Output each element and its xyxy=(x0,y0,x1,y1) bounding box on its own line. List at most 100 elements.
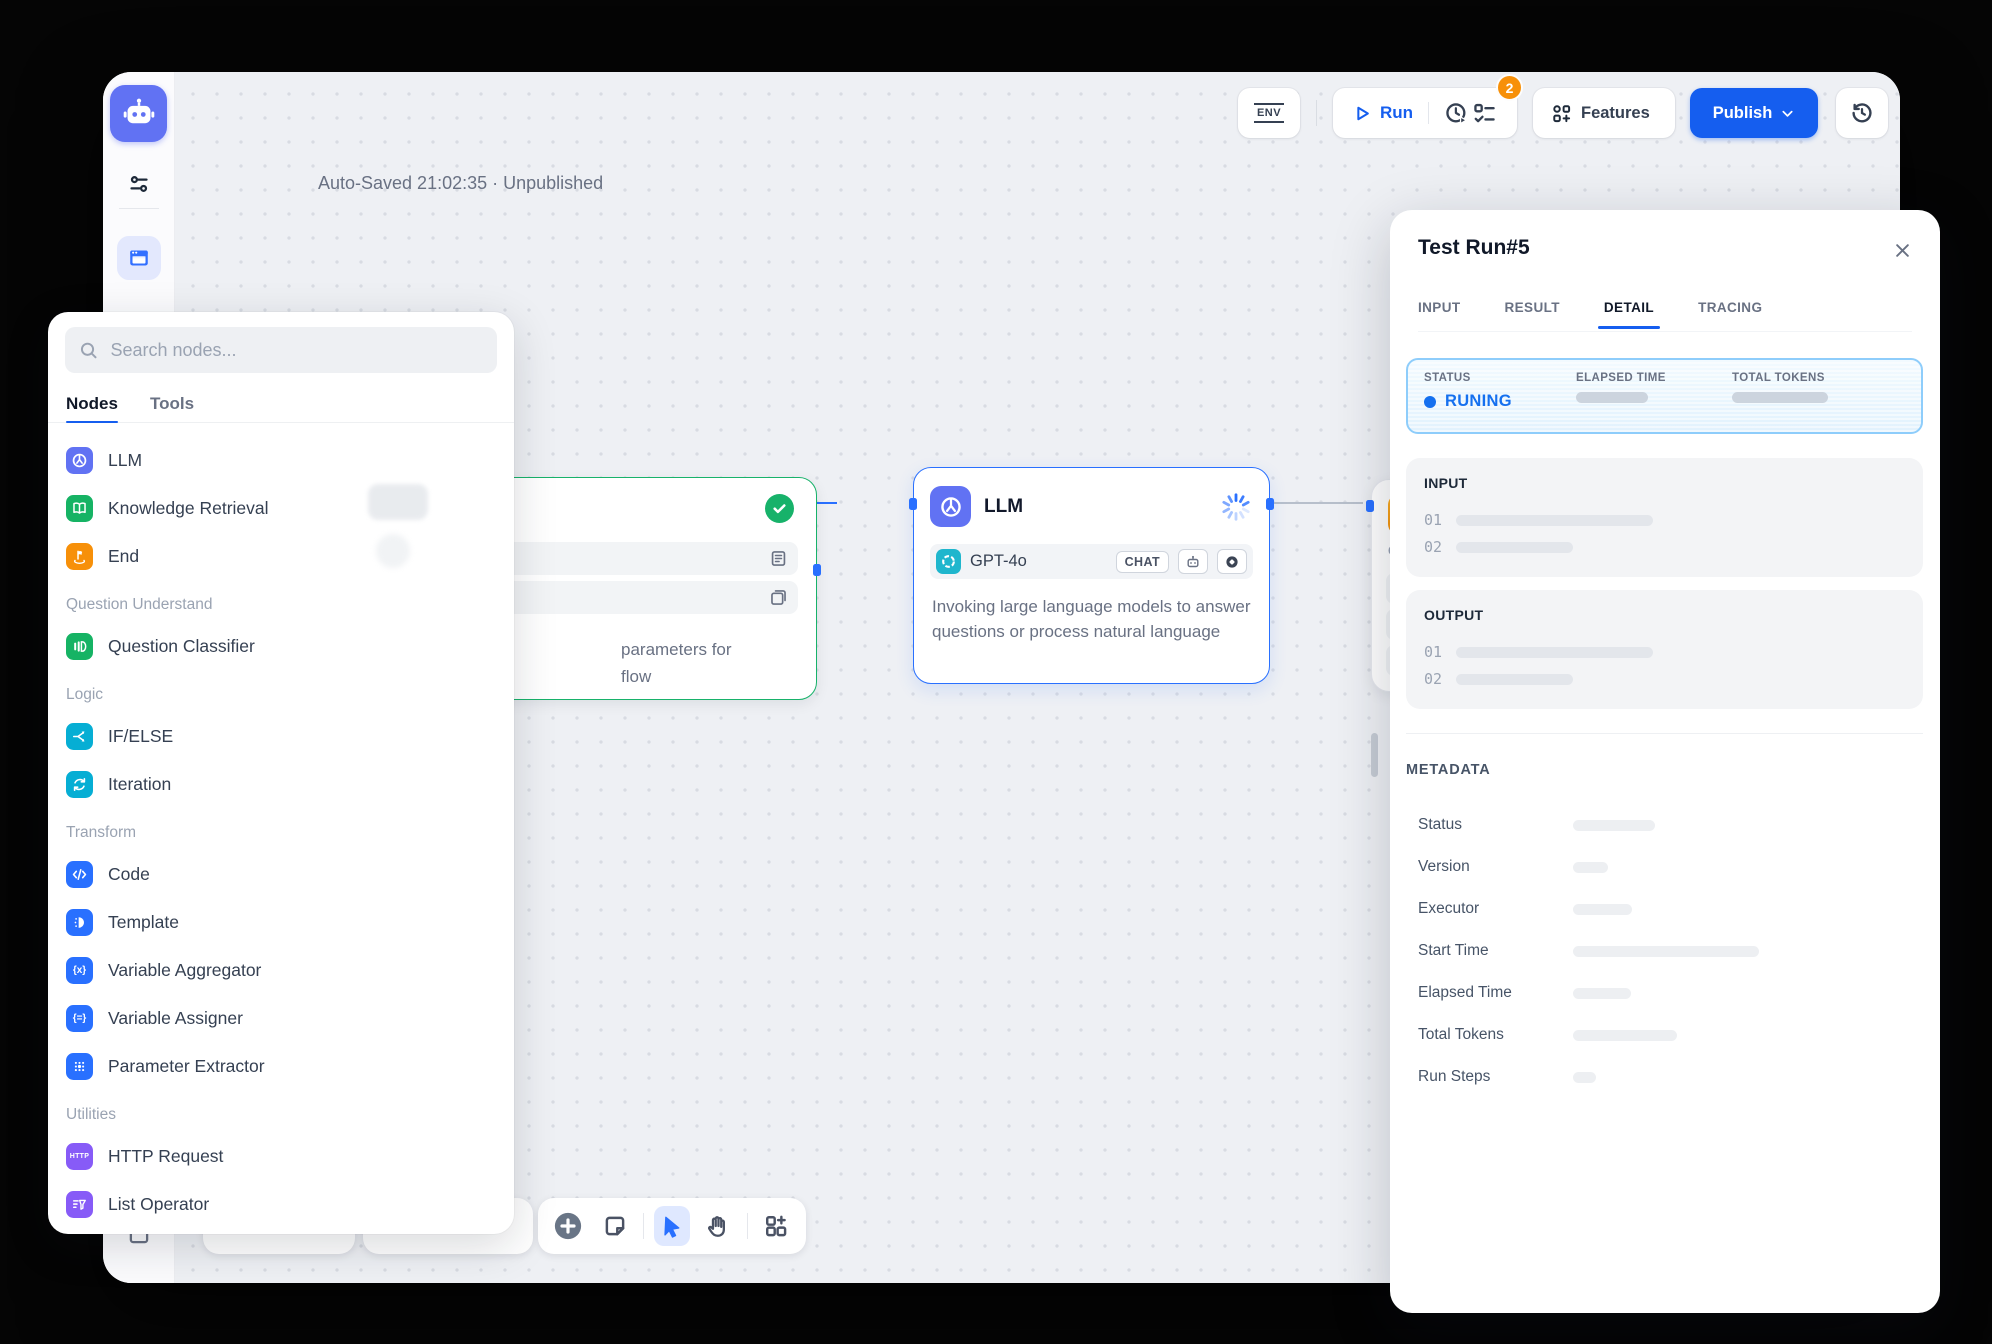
placeholder-bar xyxy=(1573,862,1608,873)
env-button[interactable]: ENV xyxy=(1238,88,1300,138)
start-field-row[interactable] xyxy=(503,581,798,614)
hand-mode-button[interactable] xyxy=(700,1206,736,1246)
node-item-http-request[interactable]: HTTP HTTP Request xyxy=(66,1132,504,1180)
iteration-icon xyxy=(66,771,93,798)
end-input-port[interactable] xyxy=(1366,500,1374,512)
total-tokens-label: TOTAL TOKENS xyxy=(1732,372,1828,384)
toolbar-divider xyxy=(643,1213,644,1239)
cursor-icon xyxy=(659,1213,685,1239)
test-run-title: Test Run#5 xyxy=(1418,236,1530,260)
run-history-button[interactable] xyxy=(1444,101,1469,126)
placeholder-bar xyxy=(1573,1072,1596,1083)
checklist-icon xyxy=(1472,101,1497,126)
settings-sliders-button[interactable] xyxy=(117,162,161,206)
node-item-if-else[interactable]: IF/ELSE xyxy=(66,712,504,760)
plus-circle-icon xyxy=(553,1211,583,1241)
node-item-knowledge-retrieval[interactable]: Knowledge Retrieval xyxy=(66,484,504,532)
start-node[interactable]: parameters for flow xyxy=(484,477,817,700)
placeholder-bar xyxy=(1573,1030,1677,1041)
history-icon xyxy=(1850,101,1874,125)
placeholder-bar xyxy=(1456,674,1573,685)
tab-detail[interactable]: DETAIL xyxy=(1604,300,1654,331)
panel-toggle-button[interactable] xyxy=(117,236,161,280)
placeholder-bar xyxy=(1573,988,1631,999)
tab-input[interactable]: INPUT xyxy=(1418,300,1461,331)
organize-nodes-button[interactable] xyxy=(758,1206,794,1246)
node-search-box[interactable] xyxy=(65,327,497,373)
checklist-button[interactable] xyxy=(1472,101,1497,126)
vision-badge xyxy=(1217,549,1247,574)
list-operator-icon xyxy=(66,1191,93,1218)
section-logic: Logic xyxy=(66,670,504,712)
status-label: STATUS xyxy=(1424,372,1512,384)
status-value: RUNING xyxy=(1445,392,1512,411)
running-spinner-icon xyxy=(1221,492,1251,522)
document-icon xyxy=(769,549,788,568)
version-history-button[interactable] xyxy=(1836,88,1888,138)
llm-output-port[interactable] xyxy=(1266,498,1274,510)
node-item-question-classifier[interactable]: Question Classifier xyxy=(66,622,504,670)
model-selector[interactable]: GPT-4o CHAT xyxy=(930,544,1253,579)
run-toolbar: Run xyxy=(1333,88,1517,138)
canvas-control-toolbar xyxy=(538,1198,806,1254)
running-dot-icon xyxy=(1424,396,1436,408)
node-item-parameter-extractor[interactable]: Parameter Extractor xyxy=(66,1042,504,1090)
output-title: OUTPUT xyxy=(1424,607,1483,623)
placeholder-bar xyxy=(1573,946,1759,957)
variable-aggregator-icon: {x} xyxy=(66,957,93,984)
section-utilities: Utilities xyxy=(66,1090,504,1132)
node-item-variable-aggregator[interactable]: {x} Variable Aggregator xyxy=(66,946,504,994)
search-icon xyxy=(79,340,98,361)
pointer-mode-button[interactable] xyxy=(654,1206,690,1246)
node-item-template[interactable]: Template xyxy=(66,898,504,946)
close-icon xyxy=(1893,241,1912,260)
organize-icon xyxy=(763,1213,789,1239)
close-button[interactable] xyxy=(1890,238,1914,262)
llm-node[interactable]: LLM xyxy=(913,467,1270,684)
llm-icon xyxy=(930,486,971,527)
node-item-end[interactable]: End xyxy=(66,532,504,580)
sliders-icon xyxy=(126,171,152,197)
features-icon xyxy=(1551,103,1572,124)
add-node-button[interactable] xyxy=(550,1206,586,1246)
template-icon xyxy=(66,909,93,936)
node-item-variable-assigner[interactable]: {=} Variable Assigner xyxy=(66,994,504,1042)
node-item-iteration[interactable]: Iteration xyxy=(66,760,504,808)
panel-resize-handle[interactable] xyxy=(1371,733,1378,777)
search-input[interactable] xyxy=(108,339,483,362)
node-item-list-operator[interactable]: List Operator xyxy=(66,1180,504,1228)
node-item-llm[interactable]: LLM xyxy=(66,436,504,484)
http-request-icon: HTTP xyxy=(66,1143,93,1170)
end-icon xyxy=(66,543,93,570)
metadata-list: Status Version Executor Start Time Elaps… xyxy=(1418,804,1900,1098)
publish-button[interactable]: Publish xyxy=(1690,88,1818,138)
add-note-button[interactable] xyxy=(596,1206,632,1246)
llm-icon xyxy=(66,447,93,474)
node-item-code[interactable]: Code xyxy=(66,850,504,898)
metadata-title: METADATA xyxy=(1406,762,1491,778)
tab-result[interactable]: RESULT xyxy=(1505,300,1560,331)
code-icon xyxy=(66,861,93,888)
placeholder-bar xyxy=(1456,542,1573,553)
section-transform: Transform xyxy=(66,808,504,850)
start-output-port[interactable] xyxy=(813,564,821,576)
start-field-row[interactable] xyxy=(503,542,798,575)
clock-play-icon xyxy=(1444,101,1469,126)
input-title: INPUT xyxy=(1424,475,1468,491)
run-button[interactable]: Run xyxy=(1353,103,1413,123)
input-card: INPUT 01 02 xyxy=(1406,458,1923,577)
robot-icon xyxy=(121,96,157,132)
edge-llm-to-end xyxy=(1271,502,1363,504)
toolbar-divider xyxy=(1316,100,1317,126)
tab-nodes[interactable]: Nodes xyxy=(66,385,118,422)
output-card: OUTPUT 01 02 xyxy=(1406,590,1923,709)
tab-tools[interactable]: Tools xyxy=(150,385,194,422)
features-button[interactable]: Features xyxy=(1533,88,1675,138)
llm-input-port[interactable] xyxy=(909,498,917,510)
tab-tracing[interactable]: TRACING xyxy=(1698,300,1762,331)
node-search-panel: Nodes Tools LLM Knowledge Retrieval End … xyxy=(48,312,514,1234)
copy-icon xyxy=(769,588,788,607)
app-avatar[interactable] xyxy=(110,85,167,142)
placeholder-bar xyxy=(1456,515,1653,526)
llm-node-description: Invoking large language models to answer… xyxy=(932,594,1253,644)
